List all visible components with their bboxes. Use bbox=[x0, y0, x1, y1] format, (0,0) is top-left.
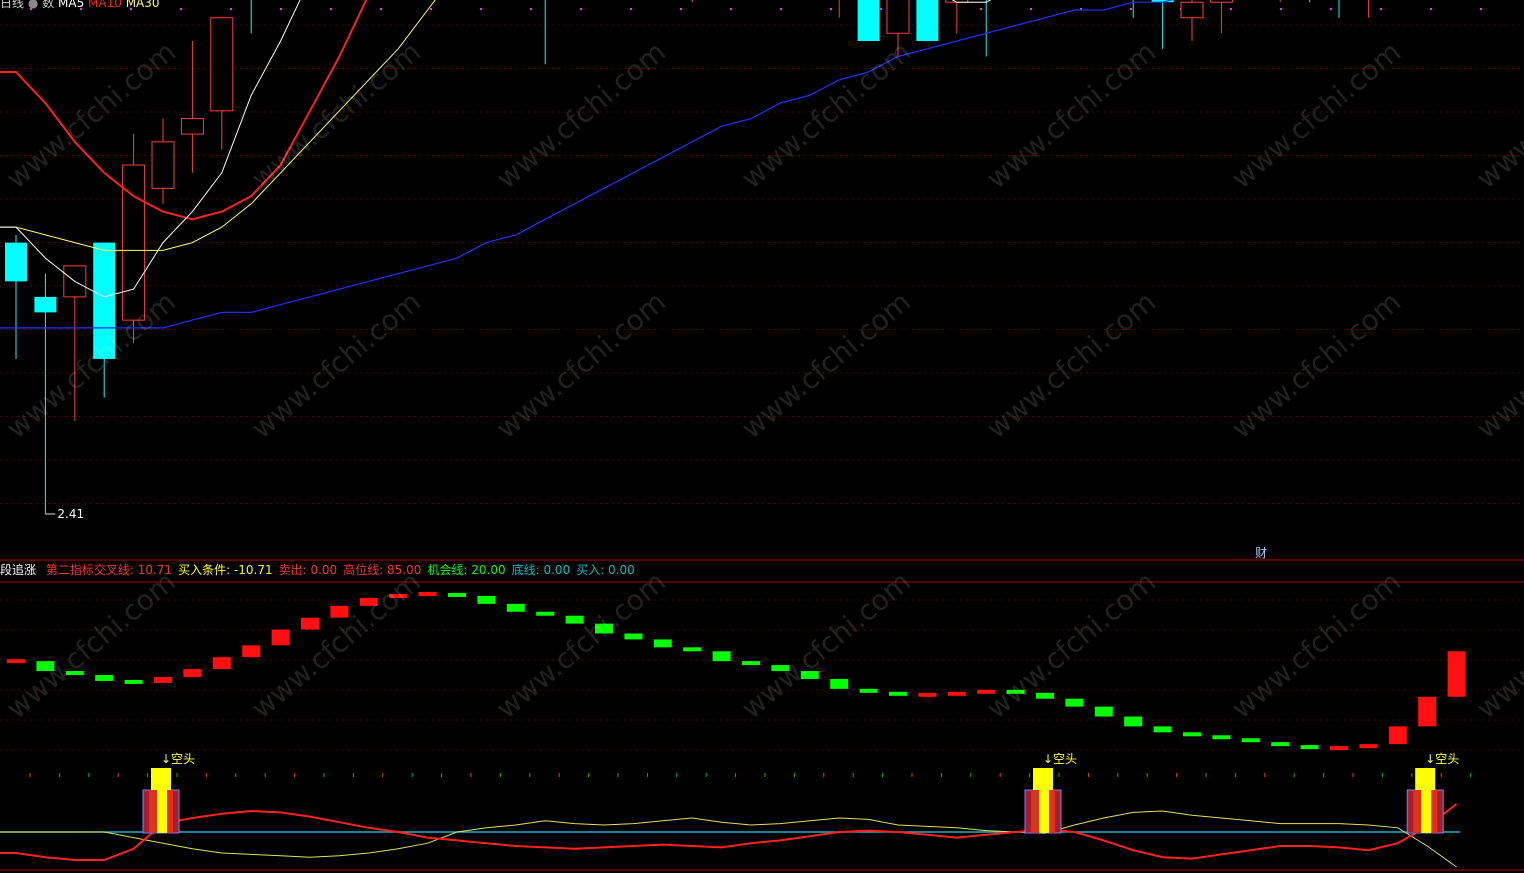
indicator-bar bbox=[448, 592, 466, 597]
top-marker-dot bbox=[730, 8, 732, 10]
candle-body-down bbox=[857, 0, 880, 42]
indicator-bar bbox=[1300, 745, 1319, 750]
dot-icon: ● bbox=[27, 0, 39, 10]
indicator-bar bbox=[301, 617, 319, 630]
indicator-bar bbox=[653, 639, 672, 648]
signal-label: ↓空头 bbox=[1425, 752, 1459, 766]
ma10-label: MA10 bbox=[88, 0, 122, 10]
indicator-bar bbox=[947, 691, 966, 696]
indicator-bar bbox=[1241, 738, 1260, 743]
ma30-label: MA30 bbox=[125, 0, 160, 10]
top-marker-dot bbox=[1130, 8, 1132, 10]
top-marker-dot bbox=[1430, 8, 1432, 10]
signal-label: ↓空头 bbox=[1043, 752, 1077, 766]
low-label: 2.41 bbox=[57, 507, 84, 521]
candle-body-up bbox=[1180, 1, 1204, 19]
indicator-bar bbox=[154, 676, 172, 683]
indicator-legend: 段追涨 第二指标交叉线: 10.71 买入条件: -10.71 卖出: 0.00 高位… bbox=[0, 561, 647, 578]
candle-body-up bbox=[180, 118, 204, 135]
indicator-bar bbox=[712, 651, 731, 662]
top-marker-dot bbox=[1280, 8, 1282, 10]
top-marker-dot bbox=[1330, 8, 1332, 10]
candle-body-up bbox=[1209, 0, 1233, 3]
indicator-bar bbox=[95, 675, 114, 681]
top-marker-dot bbox=[580, 8, 582, 10]
indicator-bar bbox=[859, 688, 878, 693]
indicator-bar bbox=[683, 647, 702, 652]
indicator-bar bbox=[889, 691, 907, 696]
top-marker-dot bbox=[880, 8, 882, 10]
candle-body-down bbox=[5, 242, 27, 282]
indicator-legend-items: 第二指标交叉线: 10.71 买入条件: -10.71 卖出: 0.00 高位线: 8… bbox=[46, 563, 641, 577]
indicator-bar bbox=[1153, 726, 1172, 733]
top-marker-dot bbox=[280, 8, 282, 10]
top-marker-dot bbox=[780, 8, 782, 10]
indicator-bar bbox=[1271, 742, 1290, 747]
indicator-bar bbox=[1388, 726, 1407, 745]
indicator-bar bbox=[242, 645, 261, 658]
period-fragment: 日线 bbox=[0, 0, 25, 10]
indicator-bar bbox=[1330, 746, 1348, 751]
osc-yellow-line bbox=[0, 810, 1457, 868]
signal-label: ↓空头 bbox=[161, 752, 195, 766]
indicator-bar bbox=[1065, 698, 1084, 707]
candle-body-down bbox=[34, 296, 57, 313]
indicator-bar bbox=[212, 657, 231, 670]
indicator-bar bbox=[1212, 735, 1231, 740]
candle-body-up bbox=[886, 0, 910, 34]
top-marker-dot bbox=[430, 8, 432, 10]
indicator-bar bbox=[1418, 696, 1437, 727]
top-marker-dot bbox=[380, 8, 382, 10]
top-marker-dot bbox=[630, 8, 632, 10]
top-marker-dot bbox=[1380, 8, 1382, 10]
indicator-bar bbox=[506, 603, 525, 612]
top-marker-dot bbox=[1230, 8, 1232, 10]
top-legend: 日线 ● 数 MA5 MA10 MA30 bbox=[0, 0, 160, 10]
candle-body-down bbox=[916, 0, 939, 42]
indicator-bar bbox=[918, 692, 937, 697]
indicator-bar bbox=[742, 661, 760, 666]
indicator-bar bbox=[1183, 732, 1201, 737]
legend-item: 卖出: 0.00 bbox=[278, 563, 338, 577]
chart-root: 3.012.41财↓空头↓空头↓空头 日线 ● 数 MA5 MA10 MA30 … bbox=[0, 0, 1524, 873]
top-marker-dot bbox=[1480, 8, 1482, 10]
signal-bar-top bbox=[1415, 768, 1436, 790]
indicator-bar bbox=[124, 679, 143, 684]
indicator-name-fragment: 数 bbox=[42, 0, 55, 10]
legend-item: 机会线: 20.00 bbox=[427, 563, 506, 577]
candle-body-up bbox=[122, 164, 146, 321]
signal-bar-top bbox=[1033, 768, 1053, 790]
top-marker-dot bbox=[980, 8, 982, 10]
indicator-bar bbox=[1124, 716, 1143, 727]
legend-item: 买入条件: -10.71 bbox=[178, 563, 273, 577]
legend-item: 买入: 0.00 bbox=[576, 563, 635, 577]
candle-body-up bbox=[151, 141, 175, 189]
indicator-bar bbox=[1094, 706, 1113, 717]
indicator-bar bbox=[183, 669, 202, 677]
top-marker-dot bbox=[830, 8, 832, 10]
top-marker-dot bbox=[530, 8, 532, 10]
indicator-bar bbox=[1359, 744, 1378, 749]
candle-body-up bbox=[210, 17, 234, 112]
indicator-bar bbox=[624, 633, 643, 640]
top-marker-dot bbox=[1030, 8, 1032, 10]
indicator-bar bbox=[7, 659, 25, 664]
top-marker-dot bbox=[480, 8, 482, 10]
indicator-name: 段追涨 bbox=[0, 563, 37, 577]
ma5-label: MA5 bbox=[58, 0, 85, 10]
indicator-bar bbox=[477, 595, 496, 604]
indicator-bar bbox=[830, 678, 849, 689]
top-marker-dot bbox=[230, 8, 232, 10]
indicator-bar bbox=[271, 629, 290, 646]
indicator-bar bbox=[536, 611, 555, 616]
signal-bar-top bbox=[151, 768, 171, 790]
top-marker-dot bbox=[680, 8, 682, 10]
legend-item: 底线: 0.00 bbox=[511, 563, 571, 577]
top-marker-dot bbox=[330, 8, 332, 10]
indicator-bar bbox=[1447, 651, 1466, 697]
top-marker-dot bbox=[180, 8, 182, 10]
event-marker-label: 财 bbox=[1255, 546, 1267, 560]
